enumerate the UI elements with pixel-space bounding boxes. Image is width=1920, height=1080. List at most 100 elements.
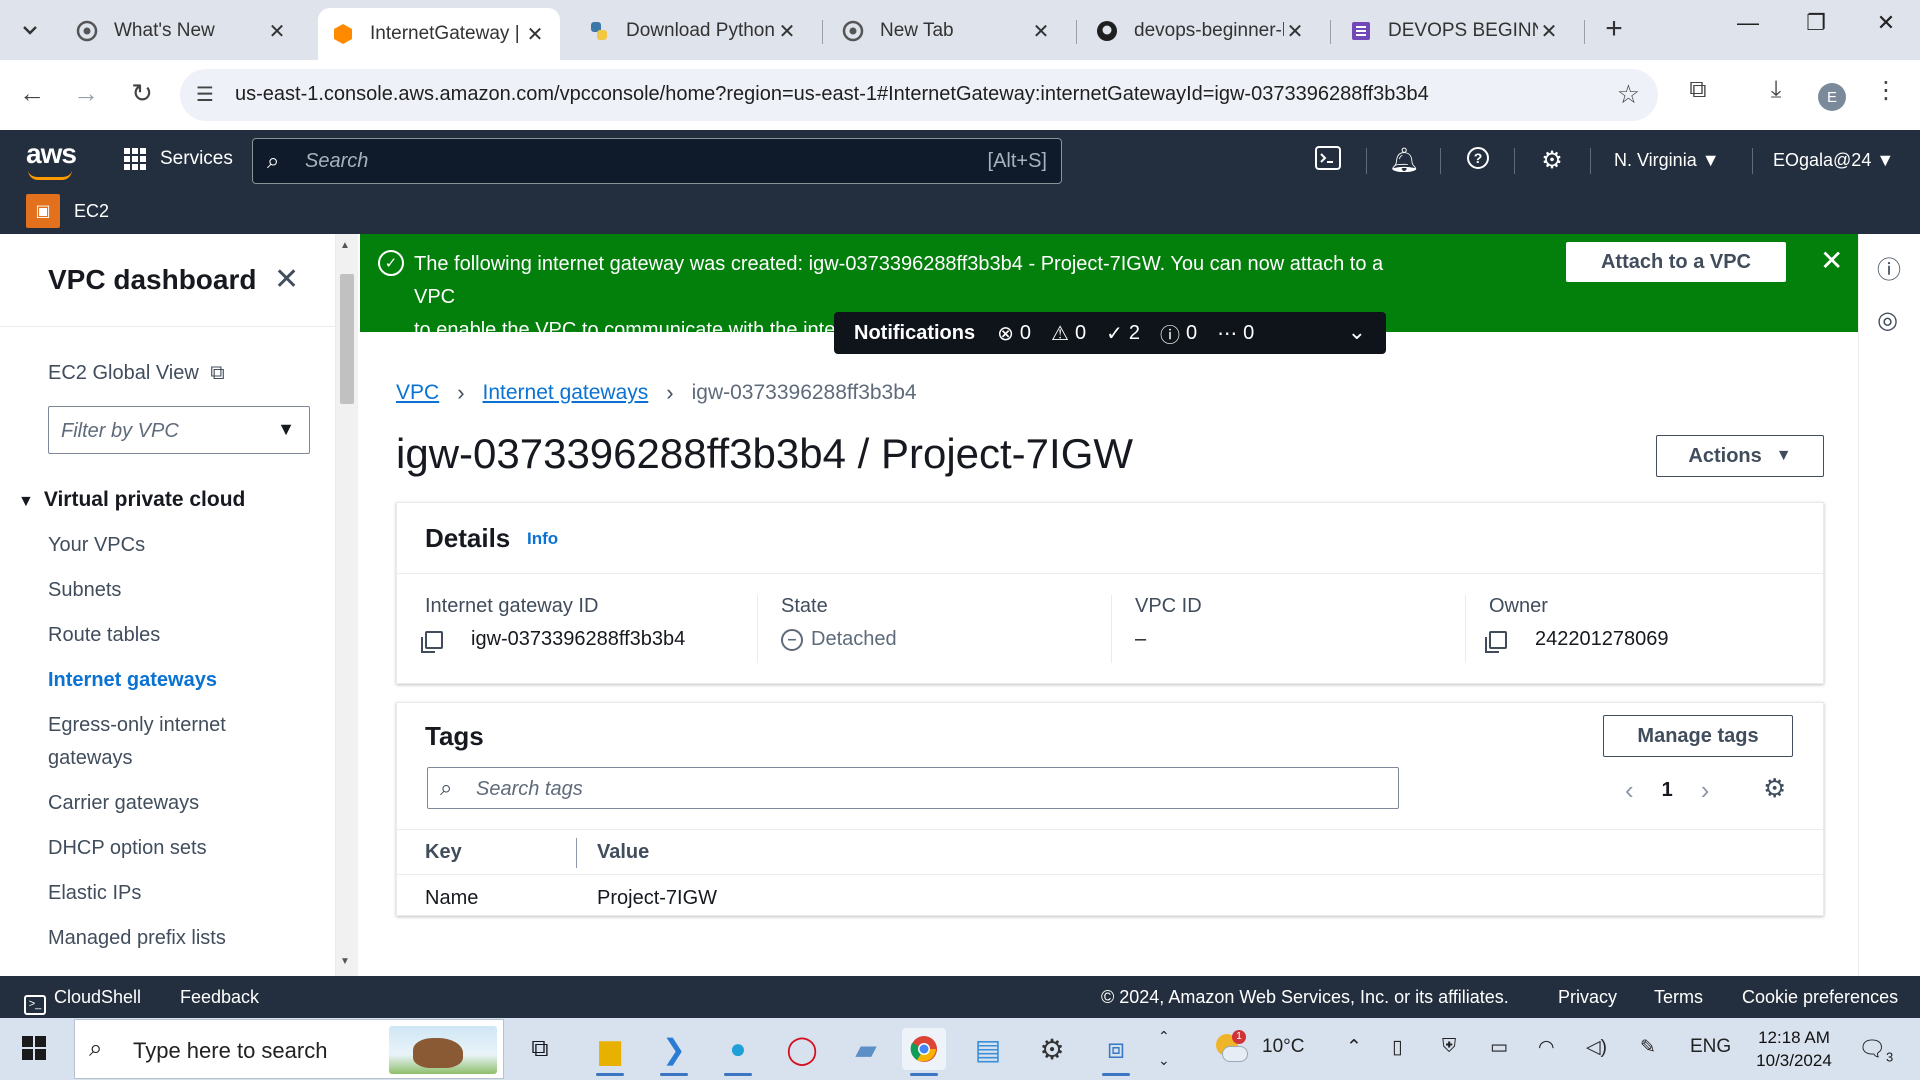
control-panel-icon[interactable]: ▤ (966, 1028, 1010, 1070)
region-selector[interactable]: N. Virginia ▼ (1614, 150, 1720, 171)
cloudshell-link[interactable]: >_ CloudShell (24, 987, 141, 1015)
show-hidden-icons[interactable]: ⌃ (1346, 1036, 1362, 1059)
new-tab-button[interactable]: + (1596, 12, 1632, 46)
cloudshell-icon[interactable] (1310, 146, 1346, 177)
notification-center-icon[interactable]: 🗨︎3 (1858, 1036, 1893, 1064)
meet-now-icon[interactable]: ▯ (1392, 1036, 1402, 1059)
taskbar-scroll-buttons[interactable]: ⌃ ⌄ (1158, 1024, 1170, 1072)
chevron-right-icon[interactable]: › (1701, 775, 1710, 806)
close-window-button[interactable]: ✕ (1866, 10, 1906, 36)
feedback-panel-icon[interactable]: ◎ (1877, 306, 1898, 335)
sidebar-item-egress-only-gateways-line2[interactable]: gateways (48, 747, 133, 770)
sidebar-item-your-vpcs[interactable]: Your VPCs (48, 534, 145, 557)
bookmark-star-icon[interactable]: ☆ (1617, 79, 1640, 110)
scroll-up-arrow[interactable]: ▲ (340, 240, 350, 251)
battery-icon[interactable]: ▭ (1490, 1036, 1508, 1059)
chevron-left-icon[interactable]: ‹ (1625, 775, 1634, 806)
close-icon[interactable]: ✕ (776, 19, 798, 44)
file-explorer-icon[interactable]: ▆ (588, 1028, 632, 1076)
tab-internet-gateway[interactable]: InternetGateway | V ✕ (318, 8, 560, 60)
attach-to-vpc-button[interactable]: Attach to a VPC (1566, 242, 1786, 282)
sidebar-section-vpc[interactable]: ▼ Virtual private cloud (18, 488, 245, 512)
breadcrumb-vpc[interactable]: VPC (396, 381, 439, 405)
sidebar-item-carrier-gateways[interactable]: Carrier gateways (48, 792, 199, 815)
feedback-link[interactable]: Feedback (180, 987, 259, 1008)
aws-logo[interactable]: aws (26, 138, 77, 170)
tab-devops-github[interactable]: devops-beginner-l ✕ (1082, 8, 1320, 54)
aws-search-input[interactable]: ⌕ Search [Alt+S] (252, 138, 1062, 184)
sidebar-item-internet-gateways[interactable]: Internet gateways (48, 669, 217, 692)
search-tags-input[interactable]: ⌕ Search tags (427, 767, 1399, 809)
breadcrumb-internet-gateways[interactable]: Internet gateways (483, 381, 649, 405)
tab-whats-new[interactable]: What's New ✕ (62, 8, 302, 54)
privacy-link[interactable]: Privacy (1558, 987, 1617, 1008)
info-link[interactable]: Info (527, 529, 558, 549)
account-menu[interactable]: EOgala@24 ▼ (1773, 150, 1894, 171)
back-button[interactable]: ← (14, 78, 50, 109)
volume-icon[interactable]: ◁) (1586, 1036, 1607, 1059)
chrome-taskbar-icon[interactable] (902, 1028, 946, 1076)
temperature[interactable]: 10°C (1262, 1036, 1304, 1058)
copy-icon[interactable] (421, 630, 443, 653)
edge-icon[interactable]: ● (716, 1028, 760, 1076)
reload-button[interactable]: ↻ (124, 78, 160, 109)
settings-gear-icon[interactable]: ⚙ (1534, 146, 1570, 175)
close-icon[interactable]: ✕ (1030, 19, 1052, 44)
taskbar-search-input[interactable]: ⌕ Type here to search (74, 1019, 504, 1079)
weather-icon[interactable]: 1 (1212, 1030, 1250, 1068)
tab-search-button[interactable] (12, 12, 48, 48)
sidebar-item-subnets[interactable]: Subnets (48, 579, 121, 602)
sidebar-item-elastic-ips[interactable]: Elastic IPs (48, 882, 141, 905)
close-sidebar-icon[interactable]: ✕ (274, 262, 299, 297)
extensions-icon[interactable]: ⧉ (1680, 76, 1716, 104)
copy-icon[interactable] (1485, 630, 1507, 653)
sidebar-item-ec2-global-view[interactable]: EC2 Global View ⧉ (48, 362, 225, 385)
python-taskbar-icon[interactable]: ⧈ (1094, 1028, 1138, 1076)
scroll-down-arrow[interactable]: ▼ (340, 956, 350, 967)
language-indicator[interactable]: ENG (1690, 1036, 1731, 1058)
notifications-bell-icon[interactable]: 🔔︎ (1386, 146, 1422, 175)
sidebar-item-dhcp-option-sets[interactable]: DHCP option sets (48, 837, 207, 860)
close-icon[interactable]: ✕ (524, 22, 546, 47)
filter-by-vpc-select[interactable]: Filter by VPC ▼ (48, 406, 310, 454)
service-shortcut-ec2[interactable]: ▣ EC2 (26, 194, 109, 228)
column-header-key[interactable]: Key (425, 841, 462, 864)
close-icon[interactable]: ✕ (1284, 19, 1306, 44)
terms-link[interactable]: Terms (1654, 987, 1703, 1008)
close-icon[interactable]: ✕ (1538, 19, 1560, 44)
settings-icon[interactable]: ⚙ (1030, 1028, 1074, 1070)
sidebar-item-egress-only-gateways[interactable]: Egress-only internet (48, 714, 226, 737)
tab-devops-form[interactable]: DEVOPS BEGINNER ✕ (1336, 8, 1574, 54)
wifi-icon[interactable]: ◠ (1538, 1036, 1555, 1059)
chevron-down-icon[interactable]: ⌄ (1348, 319, 1366, 345)
manage-tags-button[interactable]: Manage tags (1603, 715, 1793, 757)
table-preferences-gear-icon[interactable]: ⚙ (1763, 773, 1786, 804)
notepad-icon[interactable]: ▰ (844, 1028, 888, 1070)
security-icon[interactable]: ⛨ (1442, 1036, 1456, 1058)
close-icon[interactable]: ✕ (266, 19, 288, 44)
info-panel-icon[interactable]: ⓘ (1877, 250, 1901, 285)
pen-icon[interactable]: ✎ (1640, 1036, 1656, 1059)
help-icon[interactable]: ? (1460, 146, 1496, 177)
notifications-bar[interactable]: Notifications ⊗ 0 ⚠ 0 ✓ 2 ⓘ 0 ⋯ 0 ⌄ (834, 312, 1386, 354)
services-menu[interactable]: Services (124, 148, 233, 170)
sidebar-item-route-tables[interactable]: Route tables (48, 624, 160, 647)
tab-new-tab[interactable]: New Tab ✕ (828, 8, 1066, 54)
sidebar-item-managed-prefix-lists[interactable]: Managed prefix lists (48, 927, 226, 950)
windows-start-icon[interactable] (22, 1036, 46, 1060)
vscode-icon[interactable]: ❯ (652, 1028, 696, 1076)
cookie-preferences-link[interactable]: Cookie preferences (1742, 987, 1898, 1008)
profile-avatar[interactable]: E (1818, 83, 1846, 111)
opera-icon[interactable]: ◯ (780, 1028, 824, 1070)
scrollbar-thumb[interactable] (340, 274, 354, 404)
browser-menu-icon[interactable]: ⋮ (1868, 76, 1904, 105)
minimize-button[interactable]: — (1728, 10, 1768, 36)
close-icon[interactable]: ✕ (1820, 244, 1843, 277)
column-header-value[interactable]: Value (597, 841, 649, 864)
site-settings-icon[interactable]: ☰ (196, 82, 214, 107)
actions-dropdown-button[interactable]: Actions ▼ (1656, 435, 1824, 477)
restore-button[interactable]: ❐ (1796, 10, 1836, 36)
task-view-icon[interactable]: ⧉ (518, 1028, 562, 1070)
taskbar-clock[interactable]: 12:18 AM 10/3/2024 (1750, 1026, 1838, 1072)
forward-button[interactable]: → (68, 78, 104, 109)
